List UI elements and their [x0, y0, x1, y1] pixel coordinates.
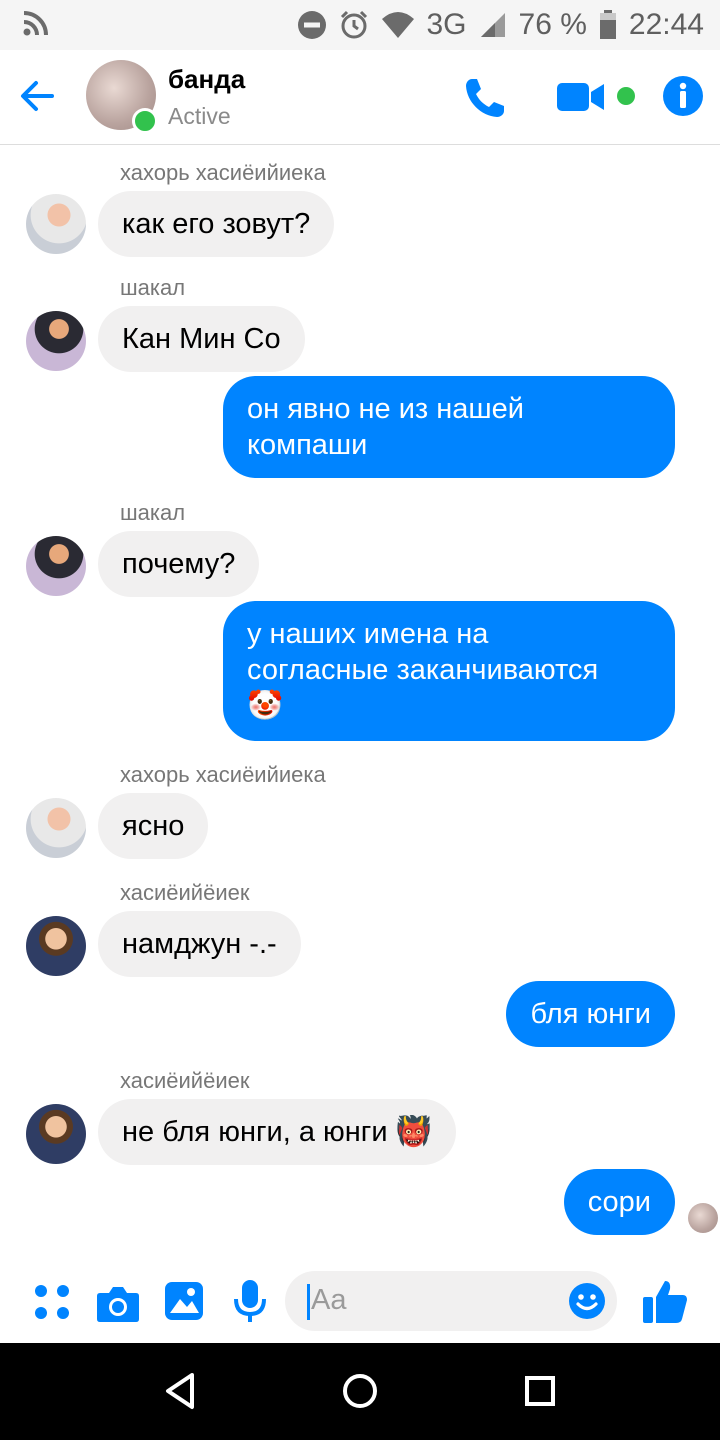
battery-icon: [599, 10, 616, 39]
sender-name: хасиёийёиек: [120, 880, 250, 905]
rss-icon: [23, 11, 48, 36]
avatar[interactable]: [26, 916, 86, 976]
wifi-icon: [381, 12, 414, 38]
sender-name: хахорь хасиёийиека: [120, 160, 326, 185]
sender-name: шакал: [120, 500, 186, 525]
message-bubble-incoming[interactable]: не бля юнги, а юнги 👹: [98, 1099, 456, 1165]
avatar[interactable]: [26, 536, 86, 596]
network-type: 3G: [426, 8, 467, 41]
recents-square-icon[interactable]: [520, 1371, 560, 1411]
sender-name: хахорь хасиёийиека: [120, 762, 326, 787]
clown-emoji: 🤡: [247, 690, 284, 722]
sender-name: хасиёийёиек: [120, 1068, 250, 1093]
avatar[interactable]: [26, 798, 86, 858]
avatar[interactable]: [26, 1104, 86, 1164]
battery-percent: 76 %: [518, 8, 587, 41]
avatar[interactable]: [26, 311, 86, 371]
message-bubble-incoming[interactable]: намджун -.-: [98, 911, 301, 977]
like-icon[interactable]: [641, 1277, 689, 1325]
sender-name: шакал: [120, 275, 186, 300]
avatar[interactable]: [26, 194, 86, 254]
message-bubble-outgoing[interactable]: у наших имена на согласные заканчиваются…: [223, 601, 675, 741]
message-bubble-incoming[interactable]: ясно: [98, 793, 209, 859]
more-icon[interactable]: [33, 1283, 71, 1321]
signal-icon: [480, 13, 505, 37]
message-bubble-outgoing[interactable]: сори: [563, 1169, 675, 1235]
mic-icon[interactable]: [233, 1279, 267, 1325]
text-caret: [307, 1284, 310, 1320]
message-bubble-incoming[interactable]: как его зовут?: [98, 191, 335, 257]
back-arrow-icon[interactable]: [18, 76, 58, 116]
video-icon[interactable]: [556, 80, 606, 114]
info-icon[interactable]: [662, 75, 704, 117]
clock: 22:44: [628, 8, 704, 41]
home-circle-icon[interactable]: [340, 1371, 380, 1411]
active-status: Active: [168, 103, 231, 129]
message-line: у наших имена на: [247, 618, 489, 650]
system-nav-bar: [0, 1343, 720, 1440]
conversation-header: банда Active: [0, 50, 720, 145]
gallery-icon[interactable]: [164, 1281, 204, 1321]
emoji-icon[interactable]: [568, 1282, 606, 1320]
alarm-icon: [340, 10, 367, 39]
input-placeholder: Aa: [311, 1284, 347, 1316]
message-input[interactable]: Aa: [285, 1271, 617, 1331]
message-line: он явно не из нашей: [247, 393, 525, 425]
message-bubble-incoming[interactable]: почему?: [98, 531, 260, 597]
read-receipt-avatar: [688, 1203, 718, 1233]
camera-icon[interactable]: [96, 1285, 140, 1323]
dnd-icon: [297, 11, 326, 39]
conversation-title[interactable]: банда: [168, 64, 245, 95]
message-bubble-outgoing[interactable]: бля юнги: [506, 981, 675, 1047]
message-line: компаши: [247, 429, 368, 461]
online-indicator: [132, 108, 158, 134]
message-line: согласные заканчиваются: [247, 654, 599, 686]
message-bubble-incoming[interactable]: Кан Мин Со: [98, 306, 305, 372]
message-list[interactable]: хахорь хасиёийиека как его зовут? шакал …: [0, 145, 720, 1245]
phone-icon[interactable]: [463, 76, 507, 120]
status-bar: 3G 76 % 22:44: [0, 0, 720, 50]
message-bubble-outgoing[interactable]: он явно не из нашей компаши: [223, 376, 675, 478]
back-triangle-icon[interactable]: [162, 1371, 202, 1411]
video-active-dot: [617, 87, 635, 105]
composer-bar: Aa: [0, 1265, 720, 1343]
